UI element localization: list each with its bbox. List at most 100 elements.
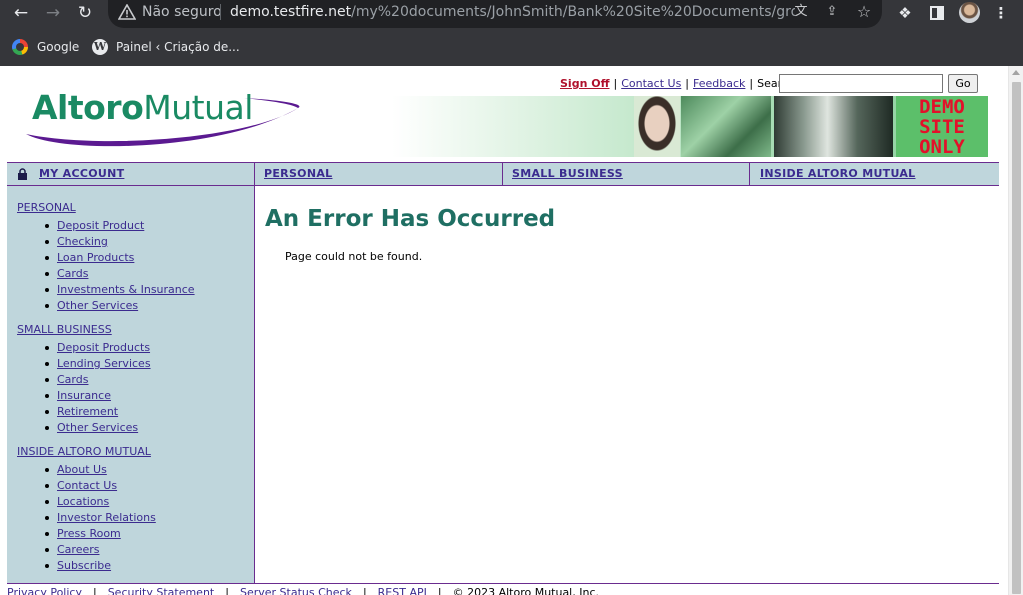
nav-personal-label[interactable]: PERSONAL — [264, 167, 332, 180]
sidebar: PERSONAL Deposit Product Checking Loan P… — [7, 186, 255, 584]
list-bullet — [45, 564, 49, 568]
sidebar-item-other-services[interactable]: Other Services — [57, 299, 138, 313]
scrollbar-thumb[interactable] — [1012, 82, 1021, 594]
separator: | — [437, 586, 442, 595]
list-bullet — [45, 362, 49, 366]
sidebar-heading-inside-altoro[interactable]: INSIDE ALTORO MUTUAL — [17, 445, 151, 459]
forward-icon[interactable]: → — [41, 2, 65, 24]
browser-menu-icon[interactable]: ⋮ — [990, 2, 1012, 24]
reload-icon[interactable]: ↻ — [73, 2, 97, 24]
nav-my-account-label[interactable]: MY ACCOUNT — [39, 167, 124, 180]
list-bullet — [45, 516, 49, 520]
url-text[interactable]: demo.testfire.net/my%20documents/JohnSmi… — [230, 4, 795, 20]
list-bullet — [45, 304, 49, 308]
sidebar-item-locations[interactable]: Locations — [57, 495, 109, 509]
separator: | — [685, 77, 690, 90]
top-links: Sign Off | Contact Us | Feedback | Search — [560, 77, 795, 91]
bookmark-star-icon[interactable]: ☆ — [854, 2, 874, 22]
bookmark-google[interactable]: Google — [37, 38, 79, 56]
translate-icon[interactable]: 文 — [791, 2, 811, 22]
sidebar-item-loan-products[interactable]: Loan Products — [57, 251, 134, 265]
browser-toolbar: ← → ↻ Não seguro demo.testfire.net/my%20… — [0, 0, 1023, 28]
search-go-button[interactable]: Go — [948, 74, 978, 93]
header-banner: DEMO SITE ONLY — [392, 96, 988, 157]
share-icon[interactable]: ⇪ — [822, 2, 842, 22]
sidebar-item-investments-insurance[interactable]: Investments & Insurance — [57, 283, 195, 297]
google-icon — [12, 39, 28, 55]
banner-photo-finance — [681, 96, 771, 157]
nav-small-business[interactable]: SMALL BUSINESS — [512, 163, 623, 185]
nav-small-business-label[interactable]: SMALL BUSINESS — [512, 167, 623, 180]
back-icon[interactable]: ← — [9, 2, 33, 24]
footer: Privacy Policy | Security Statement | Server… — [7, 586, 599, 595]
footer-rest-api-link[interactable]: REST API — [378, 586, 427, 595]
not-secure-warning-icon[interactable] — [118, 4, 136, 20]
sidebar-item-careers[interactable]: Careers — [57, 543, 100, 557]
sidebar-item-deposit-products[interactable]: Deposit Products — [57, 341, 150, 355]
sidebar-item-contact-us[interactable]: Contact Us — [57, 479, 117, 493]
list-bullet — [45, 256, 49, 260]
list-bullet — [45, 272, 49, 276]
web-page: Sign Off | Contact Us | Feedback | Search Go A… — [0, 66, 1023, 595]
footer-security-statement-link[interactable]: Security Statement — [108, 586, 215, 595]
contact-us-link[interactable]: Contact Us — [621, 77, 681, 90]
footer-server-status-link[interactable]: Server Status Check — [240, 586, 352, 595]
extensions-puzzle-icon[interactable]: ❖ — [894, 2, 916, 24]
demo-badge-line: SITE — [919, 116, 965, 138]
search-input[interactable] — [779, 74, 943, 93]
sidebar-item-cards[interactable]: Cards — [57, 267, 88, 281]
lock-icon — [18, 168, 27, 180]
sidebar-item-other-services[interactable]: Other Services — [57, 421, 138, 435]
nav-personal[interactable]: PERSONAL — [264, 163, 332, 185]
nav-inside-altoro-label[interactable]: INSIDE ALTORO MUTUAL — [760, 167, 916, 180]
page-title: An Error Has Occurred — [265, 206, 556, 232]
separator: | — [613, 77, 618, 90]
list-bullet — [45, 288, 49, 292]
bookmark-painel[interactable]: Painel ‹ Criação de... — [116, 38, 240, 56]
logo-text-altoro: Altoro — [32, 88, 144, 127]
sidebar-item-lending-services[interactable]: Lending Services — [57, 357, 151, 371]
list-bullet — [45, 468, 49, 472]
list-bullet — [45, 426, 49, 430]
nav-divider — [254, 163, 255, 185]
sidebar-item-subscribe[interactable]: Subscribe — [57, 559, 111, 573]
list-bullet — [45, 240, 49, 244]
separator: | — [362, 586, 367, 595]
profile-avatar[interactable] — [959, 2, 980, 23]
feedback-link[interactable]: Feedback — [693, 77, 745, 90]
separator: | — [92, 586, 97, 595]
sidebar-item-cards[interactable]: Cards — [57, 373, 88, 387]
footer-privacy-policy-link[interactable]: Privacy Policy — [7, 586, 82, 595]
list-bullet — [45, 410, 49, 414]
sidebar-item-checking[interactable]: Checking — [57, 235, 108, 249]
address-bar[interactable]: Não seguro demo.testfire.net/my%20docume… — [108, 0, 882, 28]
page-scrollbar[interactable] — [1008, 66, 1023, 595]
main-navigation: MY ACCOUNT PERSONAL SMALL BUSINESS INSID… — [7, 162, 999, 186]
footer-copyright: © 2023 Altoro Mutual, Inc. — [452, 586, 599, 595]
sidebar-heading-small-business[interactable]: SMALL BUSINESS — [17, 323, 112, 337]
separator: | — [225, 586, 229, 595]
scroll-up-arrow-icon[interactable] — [1012, 70, 1020, 75]
list-bullet — [45, 378, 49, 382]
sidebar-heading-personal[interactable]: PERSONAL — [17, 201, 76, 215]
nav-inside-altoro[interactable]: INSIDE ALTORO MUTUAL — [760, 163, 916, 185]
altoro-mutual-logo[interactable]: AltoroMutual — [22, 88, 302, 148]
sidebar-item-insurance[interactable]: Insurance — [57, 389, 111, 403]
side-panel-icon[interactable] — [926, 2, 948, 24]
address-separator — [220, 4, 221, 20]
nav-my-account[interactable]: MY ACCOUNT — [39, 163, 124, 185]
security-status-text[interactable]: Não seguro — [142, 4, 222, 20]
main-content: An Error Has Occurred Page could not be … — [256, 186, 999, 584]
sidebar-item-press-room[interactable]: Press Room — [57, 527, 121, 541]
sidebar-item-deposit-product[interactable]: Deposit Product — [57, 219, 144, 233]
logo-text-mutual: Mutual — [143, 88, 253, 127]
sidebar-item-retirement[interactable]: Retirement — [57, 405, 118, 419]
sign-off-link[interactable]: Sign Off — [560, 77, 610, 90]
sidebar-item-investor-relations[interactable]: Investor Relations — [57, 511, 156, 525]
list-bullet — [45, 500, 49, 504]
browser-chrome: ← → ↻ Não seguro demo.testfire.net/my%20… — [0, 0, 1023, 66]
sidebar-item-about-us[interactable]: About Us — [57, 463, 107, 477]
banner-photo-business — [774, 96, 893, 157]
list-bullet — [45, 532, 49, 536]
separator: | — [749, 77, 754, 90]
